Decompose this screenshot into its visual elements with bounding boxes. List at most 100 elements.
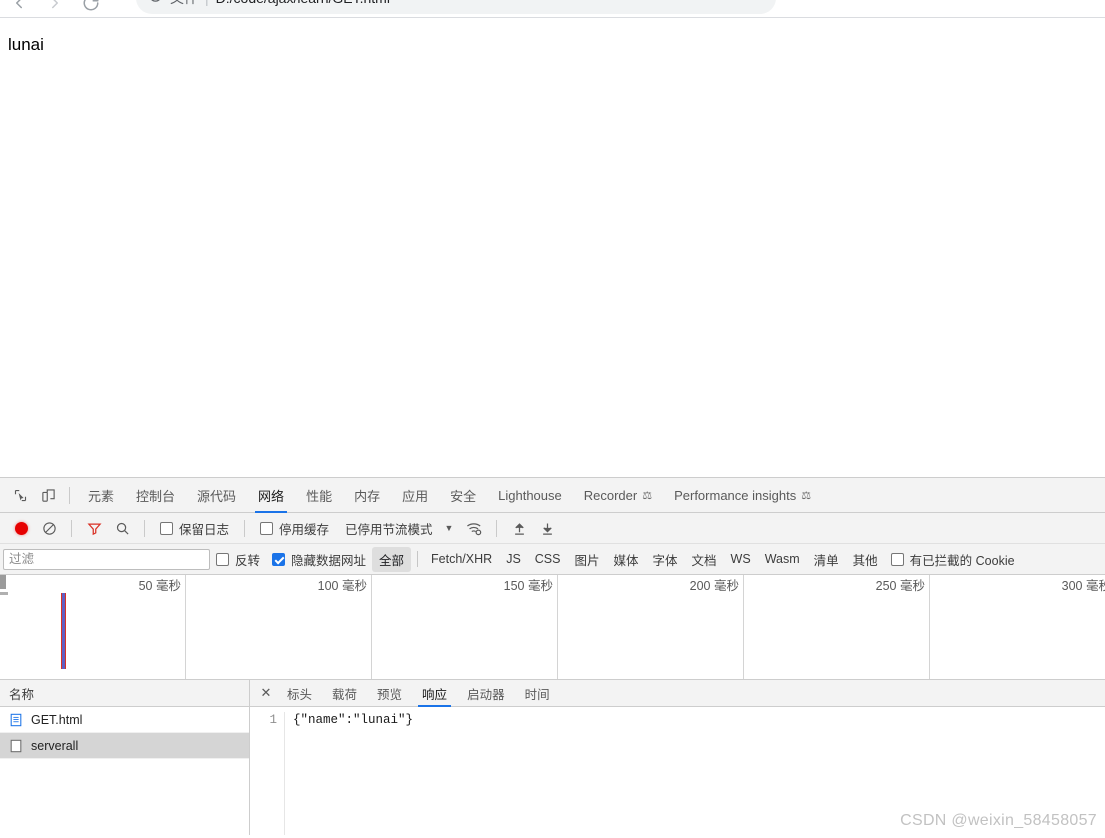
tab-performance[interactable]: 性能 [295, 478, 343, 513]
request-list-header[interactable]: 名称 [0, 680, 249, 707]
preserve-log-checkbox[interactable]: 保留日志 [154, 519, 235, 538]
tab-security[interactable]: 安全 [439, 478, 487, 513]
request-name: serverall [31, 738, 79, 753]
table-row[interactable]: serverall [0, 733, 249, 759]
tab-label: Lighthouse [498, 487, 562, 503]
request-list: 名称 GET.html serverall [0, 680, 250, 835]
overview-ruler: 50 毫秒 100 毫秒 150 毫秒 200 毫秒 250 毫秒 300 毫秒 [0, 575, 1105, 679]
document-icon [9, 713, 23, 727]
toolbar-divider [144, 519, 145, 537]
info-circle-icon[interactable] [148, 0, 163, 8]
tab-label: 安全 [450, 488, 477, 504]
clear-network-log-icon[interactable] [36, 516, 62, 540]
network-bottom-split: 名称 GET.html serverall ✕ 标头 载荷 预览 响应 启动器 … [0, 680, 1105, 835]
filter-divider [417, 551, 419, 567]
toolbar-divider [71, 519, 72, 537]
filter-funnel-icon[interactable] [81, 516, 107, 540]
request-detail-tab-bar: ✕ 标头 载荷 预览 响应 启动器 时间 [250, 680, 1105, 707]
network-toolbar: 保留日志 停用缓存 已停用节流模式 ▼ [0, 513, 1105, 544]
tick-label: 50 毫秒 [138, 579, 181, 593]
timeline-tick: 100 毫秒 [186, 575, 372, 679]
disable-cache-checkbox[interactable]: 停用缓存 [254, 519, 335, 538]
import-har-icon[interactable] [506, 516, 532, 540]
detail-tab-preview[interactable]: 预览 [367, 680, 412, 707]
blocked-cookies-checkbox[interactable]: 有已拦截的 Cookie [885, 550, 1021, 569]
filter-type-img[interactable]: 图片 [567, 547, 606, 572]
filter-type-doc[interactable]: 文档 [685, 547, 724, 572]
detail-tab-payload[interactable]: 载荷 [322, 680, 367, 707]
page-body-text: lunai [8, 35, 44, 54]
generic-file-icon [9, 739, 23, 753]
tab-label: 网络 [258, 488, 285, 504]
tab-application[interactable]: 应用 [391, 478, 439, 513]
experiment-flask-icon: ⚖ [642, 489, 653, 502]
tab-network[interactable]: 网络 [247, 478, 295, 513]
filter-type-ws[interactable]: WS [724, 549, 758, 569]
detail-tab-initiator[interactable]: 启动器 [457, 680, 515, 707]
filter-type-other[interactable]: 其他 [846, 547, 885, 572]
tab-elements[interactable]: 元素 [77, 478, 125, 513]
hide-data-urls-label: 隐藏数据网址 [291, 553, 367, 568]
checkbox-box [272, 552, 286, 566]
tab-memory[interactable]: 内存 [343, 478, 391, 513]
tab-label: 源代码 [197, 488, 237, 504]
filter-type-wasm[interactable]: Wasm [758, 549, 807, 569]
response-body-viewer[interactable]: 1 {"name":"lunai"} [250, 707, 1105, 835]
filter-type-js[interactable]: JS [499, 549, 528, 569]
experiment-flask-icon: ⚖ [801, 489, 812, 502]
tick-label: 150 毫秒 [503, 579, 553, 593]
timeline-tick: 200 毫秒 [558, 575, 744, 679]
filter-type-css[interactable]: CSS [528, 549, 568, 569]
invert-label: 反转 [235, 553, 261, 568]
tab-performance-insights[interactable]: Performance insights ⚖ [663, 478, 822, 513]
request-event-marker [61, 593, 66, 669]
checkbox-box [890, 552, 904, 566]
network-conditions-icon[interactable] [461, 516, 487, 540]
network-filter-bar: 反转 隐藏数据网址 全部 Fetch/XHR JS CSS 图片 媒体 字体 文… [0, 544, 1105, 575]
throttling-dropdown-label[interactable]: 已停用节流模式 [345, 519, 433, 538]
url-scheme-label: 文件 [170, 0, 198, 8]
detail-tab-headers[interactable]: 标头 [277, 680, 322, 707]
tick-label: 200 毫秒 [689, 579, 739, 593]
search-icon[interactable] [109, 516, 135, 540]
page-viewport: lunai [0, 18, 1105, 477]
filter-type-fetch-xhr[interactable]: Fetch/XHR [424, 549, 499, 569]
table-row[interactable]: GET.html [0, 707, 249, 733]
url-text: D:/code/ajax/learn/GET.html [216, 0, 390, 6]
detail-tab-timing[interactable]: 时间 [515, 680, 560, 707]
forward-arrow-icon[interactable] [46, 0, 64, 12]
export-har-icon[interactable] [534, 516, 560, 540]
address-bar[interactable]: 文件 | D:/code/ajax/learn/GET.html [136, 0, 776, 14]
tab-sources[interactable]: 源代码 [186, 478, 247, 513]
inspect-element-icon[interactable] [6, 482, 34, 508]
back-arrow-icon[interactable] [10, 0, 28, 12]
preserve-log-label: 保留日志 [179, 522, 230, 537]
browser-window: 文件 | D:/code/ajax/learn/GET.html lunai 元… [0, 0, 1105, 838]
devtools-panel: 元素 控制台 源代码 网络 性能 内存 应用 安全 Lighthouse Rec… [0, 477, 1105, 838]
toolbar-divider [69, 486, 70, 504]
filter-input[interactable] [3, 548, 210, 570]
tab-recorder[interactable]: Recorder ⚖ [573, 478, 663, 513]
chevron-down-icon[interactable]: ▼ [445, 523, 454, 533]
filter-type-manifest[interactable]: 清单 [807, 547, 846, 572]
filter-type-media[interactable]: 媒体 [607, 547, 646, 572]
tab-lighthouse[interactable]: Lighthouse [487, 478, 573, 513]
record-stop-icon[interactable] [8, 516, 34, 540]
blocked-cookies-label: 有已拦截的 Cookie [909, 553, 1015, 568]
filter-type-all[interactable]: 全部 [372, 546, 412, 572]
line-number-gutter: 1 [250, 712, 285, 835]
network-overview-timeline[interactable]: 50 毫秒 100 毫秒 150 毫秒 200 毫秒 250 毫秒 300 毫秒 [0, 575, 1105, 680]
invert-filter-checkbox[interactable]: 反转 [210, 550, 266, 569]
device-toolbar-icon[interactable] [34, 482, 62, 508]
hide-data-urls-checkbox[interactable]: 隐藏数据网址 [266, 550, 372, 569]
close-icon[interactable]: ✕ [255, 682, 277, 704]
timeline-tick: 150 毫秒 [372, 575, 558, 679]
reload-icon[interactable] [82, 0, 100, 12]
tab-label: Recorder [583, 487, 638, 503]
tab-label: 内存 [354, 488, 381, 504]
response-content: {"name":"lunai"} [293, 713, 414, 727]
tab-label: Performance insights [674, 487, 797, 503]
filter-type-font[interactable]: 字体 [646, 547, 685, 572]
detail-tab-response[interactable]: 响应 [412, 680, 457, 707]
tab-console[interactable]: 控制台 [125, 478, 186, 513]
